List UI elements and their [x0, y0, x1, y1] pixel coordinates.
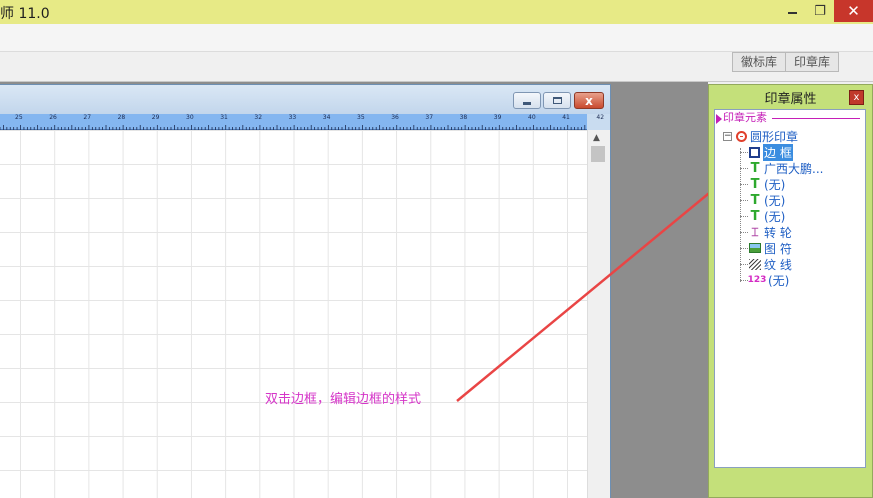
arrow-line — [456, 160, 749, 402]
tree-item-label: 边 框 — [763, 143, 793, 161]
tree-item-label: (无) — [764, 209, 786, 224]
stamp-properties-panel: 印章属性 x 印章元素 − 圆形印章 边 框 T 广西大鹏... T (无) T… — [708, 84, 873, 498]
picture-icon — [749, 243, 761, 253]
tree-item-label: (无) — [768, 273, 790, 288]
text-t1-icon: T — [750, 160, 760, 176]
panel-close-button[interactable]: x — [849, 90, 864, 105]
section-stamp-elements: 印章元素 — [716, 112, 864, 124]
tree-item-label: (无) — [764, 193, 786, 208]
tree-item-text-4[interactable]: T (无) — [740, 208, 785, 224]
app-window: { "app": { "title": "师 11.0" }, "titleba… — [0, 0, 873, 498]
tree-item-picture[interactable]: 图 符 — [740, 240, 792, 256]
text-t3-icon: T — [750, 192, 760, 208]
text-t4-icon: T — [750, 208, 760, 224]
tree-item-number[interactable]: 123 (无) — [740, 272, 789, 288]
tree-item-label: 转 轮 — [764, 225, 792, 240]
panel-header: 印章属性 x — [709, 85, 872, 109]
tree-root-label: 圆形印章 — [750, 129, 799, 144]
tree-item-text-3[interactable]: T (无) — [740, 192, 785, 208]
tree-item-text-1[interactable]: T 广西大鹏... — [740, 160, 823, 176]
section-label: 印章元素 — [723, 111, 767, 124]
tree-item-hatch[interactable]: 纹 线 — [740, 256, 792, 272]
tree-root[interactable]: − 圆形印章 — [723, 128, 798, 144]
tree-item-border[interactable]: 边 框 — [740, 143, 793, 161]
number-icon: 123 — [747, 275, 767, 285]
panel-body: 印章元素 − 圆形印章 边 框 T 广西大鹏... T (无) T (无) T … — [714, 109, 866, 468]
hatch-icon — [749, 258, 761, 270]
wheel-icon: ⌶ — [751, 224, 759, 239]
element-tree: − 圆形印章 边 框 T 广西大鹏... T (无) T (无) T (无) ⌶… — [723, 128, 863, 308]
round-stamp-icon — [736, 130, 747, 142]
section-marker-icon — [716, 114, 722, 124]
tree-item-label: (无) — [764, 177, 786, 192]
tree-item-label: 广西大鹏... — [764, 161, 824, 176]
border-icon — [749, 146, 760, 158]
panel-title: 印章属性 — [764, 92, 817, 107]
tree-item-label: 纹 线 — [764, 257, 792, 272]
tree-item-label: 图 符 — [764, 241, 792, 256]
text-t2-icon: T — [750, 176, 760, 192]
collapse-icon[interactable]: − — [723, 132, 732, 141]
tree-item-text-2[interactable]: T (无) — [740, 176, 785, 192]
section-divider — [772, 118, 860, 119]
tree-item-wheel[interactable]: ⌶ 转 轮 — [740, 224, 792, 240]
